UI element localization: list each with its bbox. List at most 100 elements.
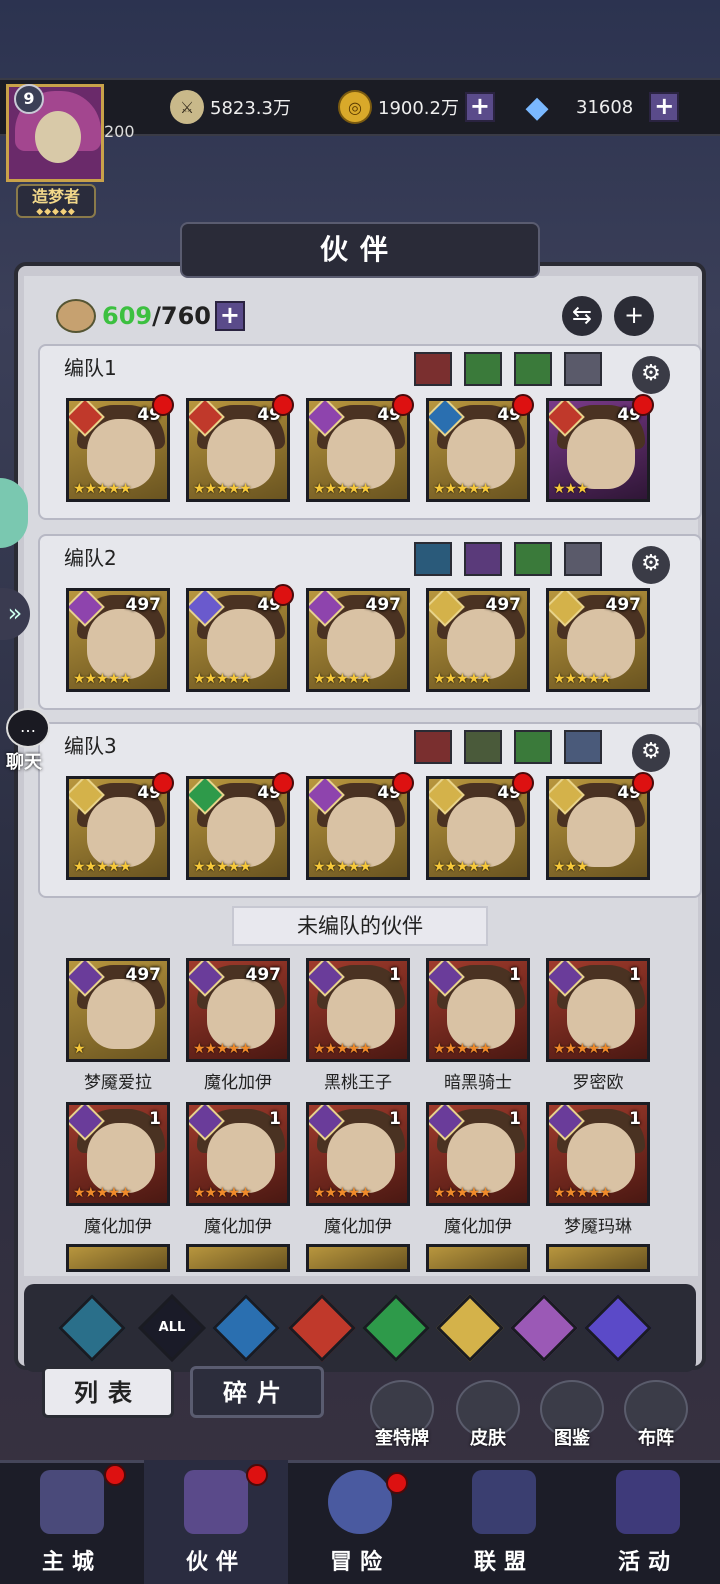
hero-stars: ★★★★★	[553, 1041, 612, 1057]
player-rank-badge[interactable]: 造梦者 ◆◆◆◆◆	[16, 184, 96, 218]
hero-portrait-face	[447, 419, 515, 489]
diamond-value: 31608	[576, 96, 634, 118]
formation-grid-icon[interactable]	[464, 730, 502, 764]
hero-card[interactable]: 1 ★★★★★	[426, 1102, 530, 1206]
formation-grid-icon[interactable]	[514, 730, 552, 764]
hero-card[interactable]: 497 ★★★★★	[306, 588, 410, 692]
hero-stars: ★★★★★	[193, 1185, 252, 1201]
witch-hat-icon	[184, 1470, 248, 1534]
castle-icon	[40, 1470, 104, 1534]
hero-card[interactable]: 1 ★★★★★	[546, 958, 650, 1062]
hero-card[interactable]: 497 ★★★★★	[426, 588, 530, 692]
diamond-resource: ◆ 31608 +	[520, 88, 680, 126]
hero-card[interactable]: 49 ★★★★★	[66, 776, 170, 880]
gold-coin-icon: ◎	[338, 90, 372, 124]
diamond-icon: ◆	[525, 89, 549, 125]
team-name: 编队1	[64, 356, 117, 380]
formation-grid-icon[interactable]	[464, 542, 502, 576]
hero-card[interactable]: 49 ★★★★★	[186, 776, 290, 880]
hero-card-partial[interactable]	[66, 1244, 170, 1272]
nav-partner[interactable]: 伙伴	[144, 1460, 288, 1584]
tab-list[interactable]: 列表	[42, 1366, 174, 1418]
formation-grid-icon[interactable]	[514, 542, 552, 576]
hero-card[interactable]: 1 ★★★★★	[66, 1102, 170, 1206]
sword-icon: ⚔	[170, 90, 204, 124]
chat-button[interactable]: … 聊天	[6, 708, 60, 778]
hero-notification-dot	[272, 772, 294, 794]
nav-event[interactable]: 活动	[576, 1460, 720, 1584]
hero-card[interactable]: 49 ★★★★★	[186, 398, 290, 502]
hero-notification-dot	[272, 394, 294, 416]
hero-level: 1	[509, 1109, 521, 1129]
tarot-label: 奎特牌	[375, 1428, 429, 1449]
hero-portrait-face	[327, 797, 395, 867]
formation-grid-icon[interactable]	[564, 730, 602, 764]
hero-card[interactable]: 49 ★★★★★	[426, 776, 530, 880]
hero-stars: ★★★★★	[433, 1041, 492, 1057]
hero-portrait-face	[447, 609, 515, 679]
hero-level: 497	[125, 965, 162, 985]
hero-card[interactable]: 49 ★★★★★	[66, 398, 170, 502]
hero-card[interactable]: 1 ★★★★★	[546, 1102, 650, 1206]
hero-card-partial[interactable]	[426, 1244, 530, 1272]
hero-card[interactable]: 1 ★★★★★	[306, 1102, 410, 1206]
add-gold-button[interactable]: +	[464, 92, 495, 122]
formation-grid-icon[interactable]	[414, 730, 452, 764]
hero-portrait-face	[567, 609, 635, 679]
hero-stars: ★★★★★	[433, 481, 492, 497]
hero-portrait-face	[207, 979, 275, 1049]
rank-title: 造梦者	[31, 187, 80, 206]
hero-stars: ★★★★★	[553, 1185, 612, 1201]
swap-icon[interactable]: ⇆	[562, 296, 602, 336]
hero-level: 497	[365, 595, 402, 615]
hero-card[interactable]: 497 ★★★★★	[66, 588, 170, 692]
hero-portrait-face	[567, 1123, 635, 1193]
hero-card[interactable]: 49 ★★★★★	[186, 588, 290, 692]
hero-card[interactable]: 1 ★★★★★	[426, 958, 530, 1062]
hero-portrait-face	[567, 419, 635, 489]
hero-card[interactable]: 49 ★★★★★	[306, 398, 410, 502]
hero-notification-dot	[272, 584, 294, 606]
formation-grid-icon[interactable]	[414, 352, 452, 386]
team-settings-gear-icon[interactable]: ⚙	[632, 734, 670, 772]
player-level-badge: 9	[14, 84, 44, 114]
hero-notification-dot	[152, 394, 174, 416]
expand-capacity-button[interactable]: +	[214, 301, 245, 331]
partner-capacity: 609 /760 +	[56, 298, 245, 334]
hero-card[interactable]: 1 ★★★★★	[306, 958, 410, 1062]
hero-card-partial[interactable]	[546, 1244, 650, 1272]
tab-shards[interactable]: 碎片	[190, 1366, 324, 1418]
hero-card[interactable]: 49 ★★★	[546, 398, 650, 502]
hero-card[interactable]: 497 ★	[66, 958, 170, 1062]
nav-city[interactable]: 主城	[0, 1460, 144, 1584]
hero-card[interactable]: 49 ★★★★★	[306, 776, 410, 880]
hero-level: 497	[125, 595, 162, 615]
hero-portrait-face	[87, 979, 155, 1049]
hero-card[interactable]: 49 ★★★	[546, 776, 650, 880]
hero-level: 1	[389, 965, 401, 985]
hero-card[interactable]: 497 ★★★★★	[186, 958, 290, 1062]
nav-adventure[interactable]: 冒险	[288, 1460, 432, 1584]
hero-card-partial[interactable]	[186, 1244, 290, 1272]
formation-grid-icon[interactable]	[414, 542, 452, 576]
hero-portrait-face	[207, 797, 275, 867]
add-team-button[interactable]: +	[614, 296, 654, 336]
formation-grid-icon[interactable]	[564, 352, 602, 386]
hero-card[interactable]: 497 ★★★★★	[546, 588, 650, 692]
hero-level: 1	[149, 1109, 161, 1129]
formation-grid-icon[interactable]	[464, 352, 502, 386]
hero-portrait-face	[87, 419, 155, 489]
nav-alliance[interactable]: 联盟	[432, 1460, 576, 1584]
formation-grid-icon[interactable]	[564, 542, 602, 576]
hero-portrait-face	[567, 979, 635, 1049]
hero-card-partial[interactable]	[306, 1244, 410, 1272]
unassigned-header: 未编队的伙伴	[232, 906, 488, 946]
team-settings-gear-icon[interactable]: ⚙	[632, 356, 670, 394]
team-settings-gear-icon[interactable]: ⚙	[632, 546, 670, 584]
hero-level: 1	[629, 1109, 641, 1129]
hero-card[interactable]: 49 ★★★★★	[426, 398, 530, 502]
add-diamond-button[interactable]: +	[649, 92, 680, 122]
hero-card[interactable]: 1 ★★★★★	[186, 1102, 290, 1206]
formation-grid-icon[interactable]	[514, 352, 552, 386]
nav-partner-label: 伙伴	[185, 1550, 246, 1575]
